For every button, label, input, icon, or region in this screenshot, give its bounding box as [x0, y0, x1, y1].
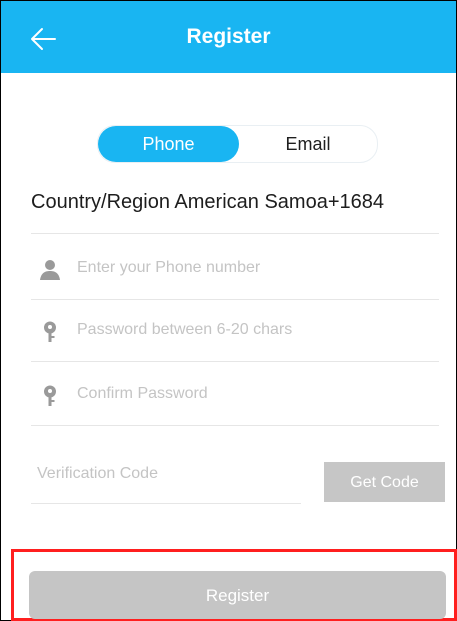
get-code-button[interactable]: Get Code	[324, 462, 445, 502]
country-divider	[31, 233, 439, 234]
confirm-password-field[interactable]: Confirm Password	[31, 363, 439, 426]
key-icon	[44, 385, 56, 406]
register-button[interactable]: Register	[29, 571, 446, 619]
phone-tab[interactable]: Phone	[98, 126, 239, 162]
header-bar: Register	[1, 1, 456, 73]
key-icon	[44, 321, 56, 342]
country-region-selector[interactable]: Country/Region American Samoa+1684	[31, 191, 451, 214]
verification-code-placeholder: Verification Code	[37, 465, 158, 482]
password-field[interactable]: Password between 6-20 chars	[31, 299, 439, 362]
page-title: Register	[186, 25, 271, 48]
password-placeholder: Password between 6-20 chars	[77, 321, 293, 338]
phone-email-toggle: Phone Email	[97, 125, 378, 163]
phone-number-placeholder: Enter your Phone number	[77, 259, 261, 276]
user-icon	[40, 260, 60, 280]
verification-code-field[interactable]: Verification Code	[31, 459, 301, 504]
confirm-password-placeholder: Confirm Password	[77, 385, 208, 402]
phone-number-field[interactable]: Enter your Phone number	[31, 237, 439, 300]
register-screen: Register Phone Email Country/Region Amer…	[0, 0, 457, 621]
email-tab[interactable]: Email	[239, 126, 377, 162]
